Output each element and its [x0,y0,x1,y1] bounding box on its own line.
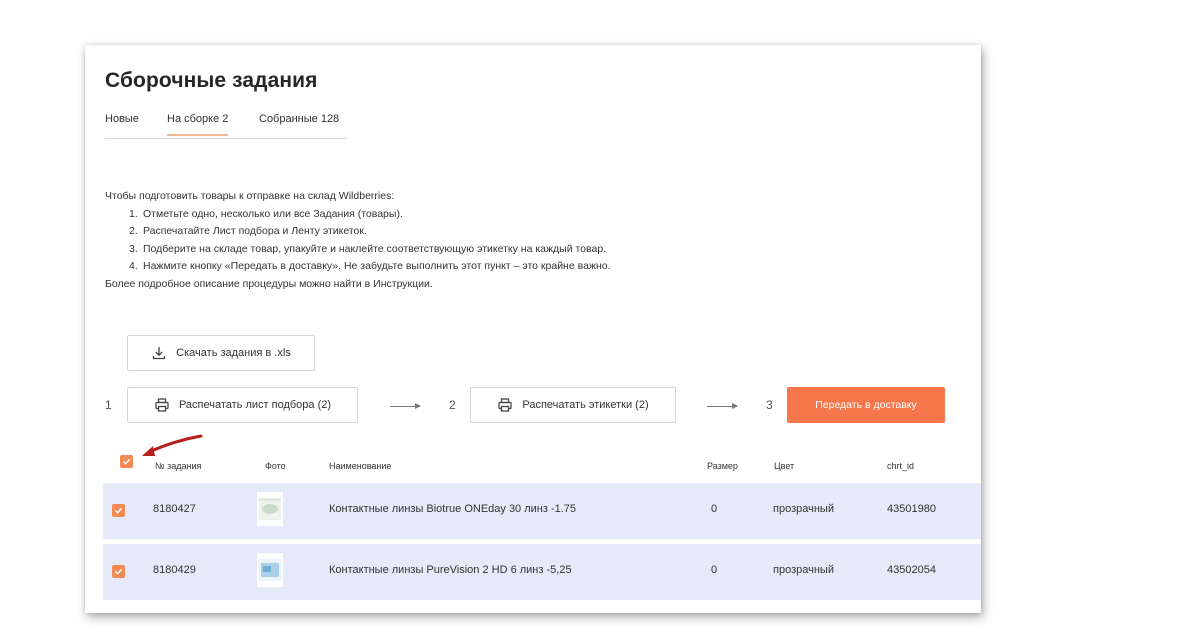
step-arrow-icon [707,403,738,409]
row-checkbox[interactable] [112,565,125,578]
printer-icon [497,397,513,413]
step-number-3: 3 [766,398,773,412]
lens-box-icon [259,498,281,520]
column-header-chrt-id: chrt_id [887,461,915,471]
product-color: прозрачный [773,564,834,576]
row-checkbox[interactable] [112,504,125,517]
chrt-id: 43501980 [887,503,936,515]
step-number-1: 1 [105,398,112,412]
tab-assembling[interactable]: На сборке 2 [167,113,229,136]
lens-box-icon [259,559,281,581]
download-xls-label: Скачать задания в .xls [176,347,291,359]
print-pick-list-label: Распечатать лист подбора (2) [178,399,332,411]
annotation-arrow-icon [142,434,203,456]
print-labels-label: Распечатать этикетки (2) [522,399,649,411]
column-header-name: Наименование [329,461,392,471]
step-arrow-icon [390,403,421,409]
table-row[interactable]: 8180427 Контактные линзы Biotrue ONEday … [103,483,981,539]
product-name: Контактные линзы PureVision 2 HD 6 линз … [329,564,572,576]
print-pick-list-button[interactable]: Распечатать лист подбора (2) [127,387,358,423]
download-icon [151,345,167,361]
download-xls-button[interactable]: Скачать задания в .xls [127,335,315,371]
tabs-bar: Новые На сборке 2 Собранные 128 [105,107,347,139]
product-name: Контактные линзы Biotrue ONEday 30 линз … [329,503,577,515]
product-photo[interactable] [257,553,283,587]
instructions-footer: Более подробное описание процедуры можно… [105,277,433,290]
product-size: 0 [711,564,718,576]
instruction-step: Нажмите кнопку «Передать в доставку». Не… [129,258,611,275]
column-header-size: Размер [707,461,738,471]
tab-assembled[interactable]: Собранные 128 [259,113,339,134]
column-header-task-number: № задания [155,461,202,471]
check-icon [114,507,123,514]
send-to-delivery-button[interactable]: Передать в доставку [787,387,945,423]
product-photo[interactable] [257,492,283,526]
product-color: прозрачный [773,503,834,515]
check-icon [114,568,123,575]
tab-new[interactable]: Новые [105,113,139,134]
printer-icon [154,397,170,413]
product-size: 0 [711,503,718,515]
instructions-steps: Отметьте одно, несколько или все Задания… [105,206,611,276]
column-header-photo: Фото [265,461,286,471]
page-title: Сборочные задания [105,69,318,92]
table-row[interactable]: 8180429 Контактные линзы PureVision 2 HD… [103,544,981,600]
instruction-step: Отметьте одно, несколько или все Задания… [129,206,403,223]
select-all-checkbox[interactable] [120,455,133,468]
instructions: Чтобы подготовить товары к отправке на с… [105,188,611,294]
check-icon [122,458,131,465]
instruction-step: Подберите на складе товар, упакуйте и на… [129,241,607,258]
assembly-tasks-card: Сборочные задания Новые На сборке 2 Собр… [85,45,981,613]
task-number: 8180427 [153,503,196,515]
instructions-intro: Чтобы подготовить товары к отправке на с… [105,190,395,202]
step-number-2: 2 [449,398,456,412]
instruction-step: Распечатайте Лист подбора и Ленту этикет… [129,223,367,240]
column-header-color: Цвет [774,461,795,471]
print-labels-button[interactable]: Распечатать этикетки (2) [470,387,676,423]
task-number: 8180429 [153,564,196,576]
chrt-id: 43502054 [887,564,936,576]
